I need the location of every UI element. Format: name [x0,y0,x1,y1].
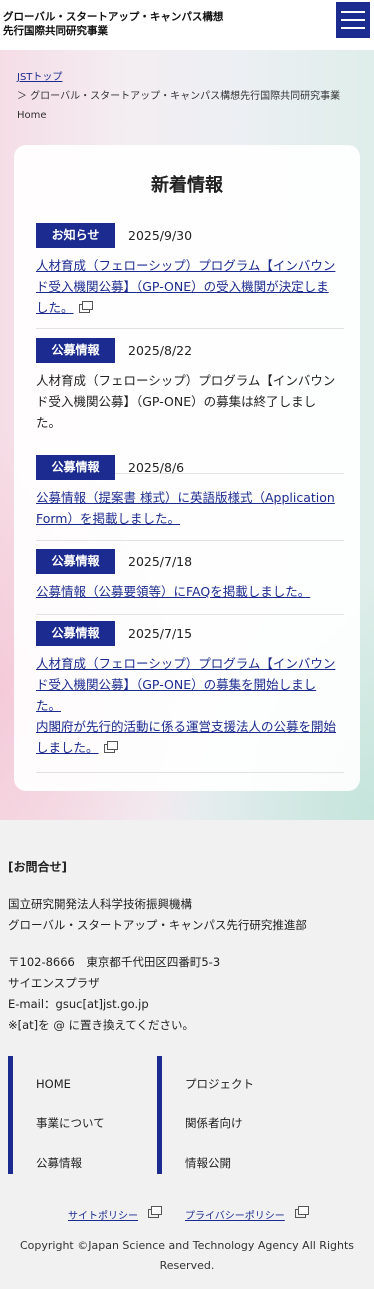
privacy-policy-link[interactable]: プライバシーポリシー [185,1207,285,1222]
news-badge: 公募情報 [36,455,115,480]
footer-nav-disclosure[interactable]: 情報公開 [185,1155,231,1171]
hamburger-menu-button[interactable] [336,2,370,38]
news-item: 公募情報 2025/8/6 公募情報（提案書 様式）に英語版様式（Applica… [36,455,344,541]
email-note: ※[at]を @ に置き換えてください。 [8,1018,195,1032]
news-date: 2025/8/6 [128,460,185,475]
news-date: 2025/7/15 [128,626,193,641]
news-date: 2025/9/30 [128,228,193,243]
org-name: 国立研究開発法人科学技術振興機構 [8,897,192,911]
external-window-icon [78,301,93,313]
news-badge: 公募情報 [36,338,115,363]
copyright: Copyright ©Japan Science and Technology … [20,1239,354,1272]
news-item: お知らせ 2025/9/30 人材育成（フェローシップ）プログラム【インバウンド… [36,223,344,329]
contact-email: E-mail：gsuc[at]jst.go.jp [8,997,149,1011]
footer-nav-calls[interactable]: 公募情報 [36,1155,82,1171]
external-window-icon [295,1206,309,1218]
postal-address: 〒102-8666 東京都千代田区四番町5-3 [8,955,221,969]
breadcrumb-current: ＞ グローバル・スタートアップ・キャンパス構想先行国際共同研究事業 Home [17,91,341,121]
news-item: 公募情報 2025/7/18 公募情報（公募要領等）にFAQを掲載しました。 [36,549,344,615]
footer-nav-divider [8,1056,13,1174]
news-date: 2025/8/22 [128,343,193,358]
news-title: 新着情報 [151,175,223,196]
menu-icon-bar [341,27,365,29]
news-link[interactable]: 公募情報（公募要領等）にFAQを掲載しました。 [36,584,310,599]
footer: [お問合せ] 国立研究開発法人科学技術振興機構 グローバル・スタートアップ・キャ… [0,820,374,1289]
site-policy-link[interactable]: サイトポリシー [68,1207,138,1222]
contact-heading: [お問合せ] [8,860,67,874]
footer-nav-about[interactable]: 事業について [36,1115,105,1131]
news-link[interactable]: 人材育成（フェローシップ）プログラム【インバウンド受入機関公募】（GP-ONE）… [36,656,335,713]
news-section: 新着情報 お知らせ 2025/9/30 人材育成（フェローシップ）プログラム【イ… [14,145,360,791]
privacy-policy-label[interactable]: プライバシーポリシー [185,1211,285,1222]
news-text: 人材育成（フェローシップ）プログラム【インバウンド受入機関公募】（GP-ONE）… [36,373,336,430]
site-title[interactable]: グローバル・スタートアップ・キャンパス構想 先行国際共同研究事業 [3,10,223,38]
news-link[interactable]: 内閣府が先行的活動に係る運営支援法人の公募を開始しました。 [36,719,336,755]
contact-address: 〒102-8666 東京都千代田区四番町5-3 サイエンスプラザ E-mail：… [8,952,220,1036]
contact-organization: 国立研究開発法人科学技術振興機構 グローバル・スタートアップ・キャンパス先行研究… [8,894,307,936]
news-item: 公募情報 2025/7/15 人材育成（フェローシップ）プログラム【インバウンド… [36,621,344,773]
menu-icon-bar [341,11,365,13]
site-header: グローバル・スタートアップ・キャンパス構想 先行国際共同研究事業 [0,0,374,50]
footer-nav-home[interactable]: HOME [36,1076,71,1092]
footer-nav-stakeholders[interactable]: 関係者向け [185,1115,243,1131]
news-badge: 公募情報 [36,621,115,646]
site-title-line1[interactable]: グローバル・スタートアップ・キャンパス構想 [3,10,223,24]
news-badge: 公募情報 [36,549,115,574]
site-title-line2[interactable]: 先行国際共同研究事業 [3,24,223,38]
news-link[interactable]: 公募情報（提案書 様式）に英語版様式（Application Form）を掲載し… [36,490,335,526]
breadcrumb-jst-top-link[interactable]: JSTトップ [17,72,62,83]
external-window-icon [103,741,118,753]
department-name: グローバル・スタートアップ・キャンパス先行研究推進部 [8,918,307,932]
footer-nav-projects[interactable]: プロジェクト [185,1076,254,1092]
external-window-icon [148,1206,162,1218]
breadcrumb: JSTトップ ＞ グローバル・スタートアップ・キャンパス構想先行国際共同研究事業… [17,68,357,125]
news-item: 公募情報 2025/8/22 人材育成（フェローシップ）プログラム【インバウンド… [36,338,344,474]
news-date: 2025/7/18 [128,554,193,569]
menu-icon-bar [341,19,365,21]
building-name: サイエンスプラザ [8,976,100,990]
footer-nav-divider [157,1056,162,1174]
site-policy-label[interactable]: サイトポリシー [68,1211,138,1222]
news-badge: お知らせ [36,223,115,248]
